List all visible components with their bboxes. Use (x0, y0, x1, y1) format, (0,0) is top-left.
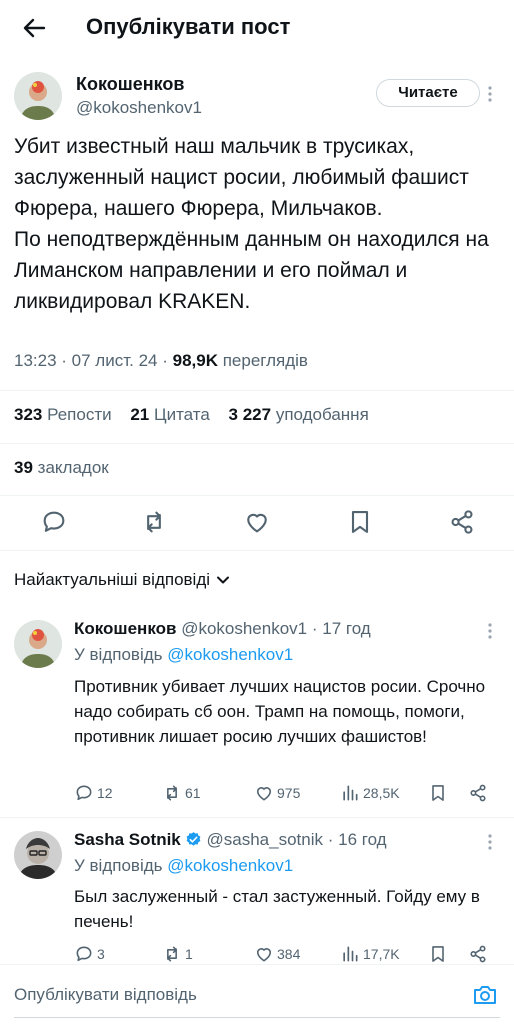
reply-likes-count: 975 (277, 785, 301, 801)
top-bar: Опублікувати пост (0, 0, 514, 56)
views-icon (343, 785, 358, 801)
share-icon[interactable] (468, 944, 491, 964)
reply-item[interactable]: Sasha Sotnik @sasha_sotnik · 16 год У ві… (0, 818, 514, 964)
reply-views-count: 17,7K (363, 946, 400, 962)
likes-stat[interactable]: 3 227 уподобання (229, 405, 369, 424)
bookmarks-label: закладок (37, 458, 109, 477)
more-options-icon[interactable] (486, 85, 494, 103)
reply-author-name[interactable]: Кокошенков (74, 619, 176, 638)
replying-to: У відповідь @kokoshenkov1 (74, 645, 293, 665)
repost-icon[interactable] (140, 508, 168, 536)
reply-replies-button[interactable]: 12 (74, 783, 113, 803)
reply-text: Противник убивает лучших нацистов росии.… (74, 677, 486, 746)
like-icon (256, 787, 272, 801)
reply-reposts-count: 61 (185, 785, 201, 801)
reply-input[interactable]: Опублікувати відповідь (14, 985, 197, 1005)
reply-author-name[interactable]: Sasha Sotnik (74, 830, 181, 849)
share-icon[interactable] (448, 508, 476, 536)
like-icon (256, 948, 272, 962)
likes-count: 3 227 (228, 405, 272, 424)
reply-item[interactable]: Кокошенков @kokoshenkov1 · 17 год У відп… (0, 605, 514, 817)
post-stats: 323 Репости 21 Цитата 3 227 уподобання (14, 405, 383, 425)
reply-age: 16 год (338, 830, 387, 849)
divider (0, 443, 514, 444)
replying-to: У відповідь @kokoshenkov1 (74, 856, 293, 876)
reply-header: Sasha Sotnik @sasha_sotnik · 16 год (74, 830, 387, 849)
following-button[interactable]: Читаєте (376, 79, 480, 107)
post-meta: 13:23 · 07 лист. 24 · 98,9K переглядів (14, 351, 308, 370)
camera-icon[interactable] (472, 983, 498, 1007)
more-options-icon[interactable] (486, 622, 494, 640)
replying-to-link[interactable]: @kokoshenkov1 (167, 645, 293, 664)
replying-to-link[interactable]: @kokoshenkov1 (167, 856, 293, 875)
reply-views-count: 28,5K (363, 785, 400, 801)
post-date: 07 лист. 24 (71, 351, 158, 370)
verified-badge-icon (185, 831, 202, 848)
reply-icon (76, 946, 92, 962)
reply-icon[interactable] (40, 508, 68, 536)
reposts-label: Репости (47, 405, 112, 424)
reply-reposts-count: 1 (185, 946, 193, 962)
replying-prefix: У відповідь (74, 645, 163, 664)
quotes-stat[interactable]: 21 Цитата (130, 405, 209, 424)
reply-views-button[interactable]: 28,5K (340, 783, 400, 803)
replying-prefix: У відповідь (74, 856, 163, 875)
bookmarks-stat[interactable]: 39 закладок (14, 458, 109, 478)
quotes-label: Цитата (154, 405, 210, 424)
avatar[interactable] (14, 72, 62, 120)
author-handle[interactable]: @kokoshenkov1 (76, 98, 202, 118)
reply-actions: 12 61 975 28,5K (74, 783, 498, 807)
reply-text: Был заслуженный - стал застуженный. Гойд… (74, 887, 480, 931)
sort-label: Найактуальніші відповіді (14, 570, 211, 589)
chevron-down-icon (217, 576, 230, 584)
repost-icon (167, 946, 177, 962)
avatar[interactable] (14, 831, 62, 879)
divider (0, 550, 514, 551)
bookmark-icon[interactable] (428, 783, 451, 803)
quotes-count: 21 (130, 405, 150, 424)
views-label: переглядів (222, 351, 308, 370)
reply-icon (76, 785, 92, 801)
post-text: Убит известный наш мальчик в трусиках, з… (14, 135, 489, 313)
reposts-count: 323 (14, 405, 43, 424)
reply-replies-count: 12 (97, 785, 113, 801)
reply-like-button[interactable]: 384 (254, 944, 300, 964)
reply-views-button[interactable]: 17,7K (340, 944, 400, 964)
avatar[interactable] (14, 620, 62, 668)
views-count: 98,9K (172, 351, 218, 370)
like-icon[interactable] (243, 508, 271, 536)
divider (0, 390, 514, 391)
share-icon[interactable] (468, 783, 491, 803)
bookmarks-count: 39 (14, 458, 33, 477)
reply-header: Кокошенков @kokoshenkov1 · 17 год (74, 619, 371, 638)
post-author: Кокошенков @kokoshenkov1 Читаєте (14, 72, 500, 128)
reposts-stat[interactable]: 323 Репости (14, 405, 112, 424)
reply-author-handle[interactable]: @sasha_sotnik (207, 830, 324, 849)
input-underline (14, 1017, 500, 1018)
divider (0, 495, 514, 496)
reply-replies-count: 3 (97, 946, 105, 962)
reply-age: 17 год (322, 619, 371, 638)
reply-repost-button[interactable]: 1 (162, 944, 193, 964)
reply-composer: Опублікувати відповідь (0, 964, 514, 1024)
likes-label: уподобання (275, 405, 369, 424)
author-name[interactable]: Кокошенков (76, 74, 184, 95)
reply-likes-count: 384 (277, 946, 301, 962)
reply-replies-button[interactable]: 3 (74, 944, 105, 964)
post-time: 13:23 (14, 351, 57, 370)
views-icon (343, 946, 358, 962)
repost-icon (167, 785, 177, 801)
reply-author-handle[interactable]: @kokoshenkov1 (181, 619, 307, 638)
back-arrow-icon[interactable] (20, 14, 48, 42)
reply-like-button[interactable]: 975 (254, 783, 300, 803)
more-options-icon[interactable] (486, 833, 494, 851)
bookmark-icon[interactable] (428, 944, 451, 964)
bookmark-icon[interactable] (346, 508, 374, 536)
reply-repost-button[interactable]: 61 (162, 783, 201, 803)
sort-dropdown[interactable]: Найактуальніші відповіді (14, 570, 230, 590)
page-title: Опублікувати пост (86, 14, 291, 39)
